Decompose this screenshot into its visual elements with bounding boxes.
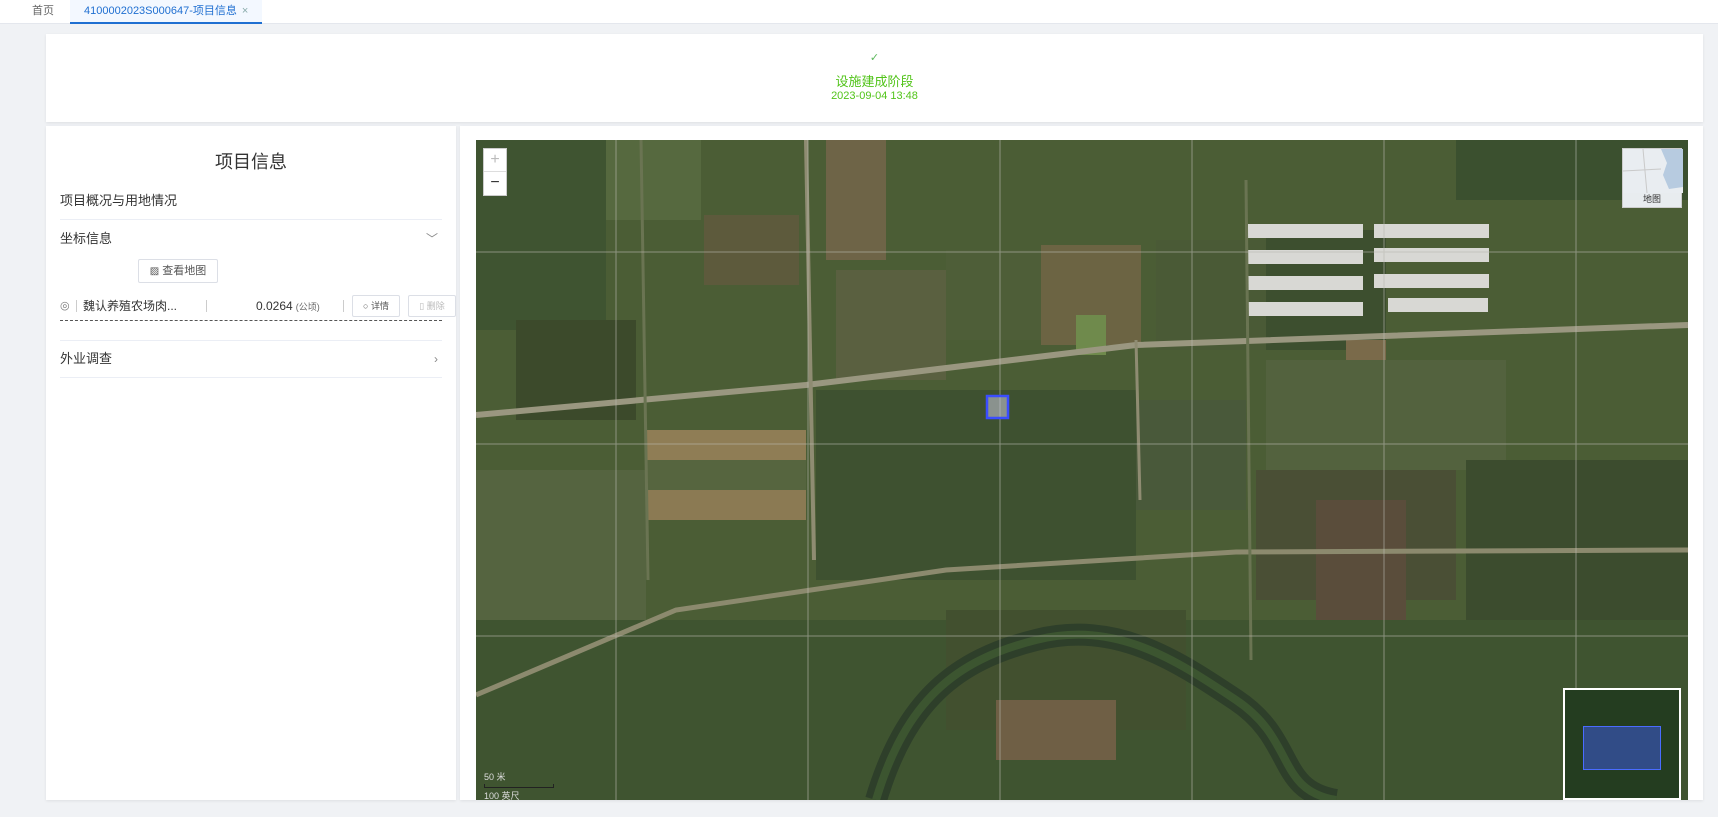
divider [206, 300, 207, 312]
section-coordinates-label: 坐标信息 [60, 231, 113, 246]
tab-bar: 首页 4100002023S000647-项目信息 × [0, 0, 1718, 24]
scale-line [484, 784, 554, 788]
divider [343, 300, 344, 312]
image-icon: ▨ [149, 266, 160, 277]
tab-home[interactable]: 首页 [18, 0, 68, 24]
zoom-in-button[interactable]: + [484, 149, 506, 172]
check-icon: ✓ [869, 52, 880, 64]
satellite-map[interactable]: + − 地图 50 米 100 英尺 [476, 140, 1688, 800]
stage-status-card: ✓ 设施建成阶段 2023-09-04 13:48 [46, 34, 1703, 122]
area-value: 0.0264 [256, 299, 293, 313]
detail-button[interactable]: ○ 详情 [352, 295, 400, 317]
overview-minimap[interactable] [1563, 688, 1681, 800]
project-info-panel: 项目信息 项目概况与用地情况 坐标信息 ﹀ ▨ 查看地图 ◎ 魏认养殖农场肉...… [46, 126, 456, 800]
section-field-survey-label: 外业调查 [60, 351, 113, 366]
view-map-button[interactable]: ▨ 查看地图 [138, 259, 218, 283]
coordinate-item: ◎ 魏认养殖农场肉... 0.0264 (公顷) ○ 详情 ▯ 删除 [60, 291, 456, 322]
chevron-right-icon: › [434, 352, 438, 366]
section-overview-label: 项目概况与用地情况 [60, 193, 178, 208]
stage-time: 2023-09-04 13:48 [831, 90, 918, 102]
zoom-out-button[interactable]: − [484, 172, 506, 195]
scale-bottom-label: 100 英尺 [484, 791, 520, 800]
area-unit: (公顷) [295, 302, 320, 312]
section-coordinates[interactable]: 坐标信息 ﹀ [60, 221, 442, 257]
section-overview[interactable]: 项目概况与用地情况 [60, 182, 442, 220]
coordinate-item-area: 0.0264 (公顷) [256, 291, 320, 322]
divider [76, 300, 77, 312]
coordinate-item-name: 魏认养殖农场肉... [83, 299, 178, 313]
tab-project-info[interactable]: 4100002023S000647-项目信息 × [70, 0, 263, 24]
map-layer-switch[interactable]: 地图 [1622, 148, 1683, 208]
scale-bar: 50 米 100 英尺 [484, 770, 554, 800]
tab-project-info-label: 4100002023S000647-项目信息 [84, 5, 237, 17]
panel-title: 项目信息 [215, 152, 287, 172]
search-icon: ○ [363, 301, 371, 311]
stage-title: 设施建成阶段 [835, 74, 914, 89]
trash-icon: ▯ [419, 301, 427, 311]
chevron-down-icon: ﹀ [425, 232, 438, 246]
detail-label: 详情 [370, 301, 389, 311]
zoom-control: + − [483, 148, 507, 196]
delete-label: 删除 [426, 301, 445, 311]
map-layer-label: 地图 [1642, 194, 1661, 204]
map-thumbnail-icon [1623, 149, 1683, 193]
view-map-label: 查看地图 [162, 265, 207, 277]
overview-viewport[interactable] [1583, 726, 1661, 770]
location-pin-icon: ◎ [60, 300, 70, 312]
close-icon[interactable]: × [242, 5, 248, 17]
delete-button[interactable]: ▯ 删除 [408, 295, 456, 317]
map-panel: + − 地图 50 米 100 英尺 [460, 126, 1703, 800]
section-field-survey[interactable]: 外业调查 › [60, 340, 442, 378]
scale-top-label: 50 米 [484, 772, 506, 782]
satellite-imagery [476, 140, 1688, 800]
